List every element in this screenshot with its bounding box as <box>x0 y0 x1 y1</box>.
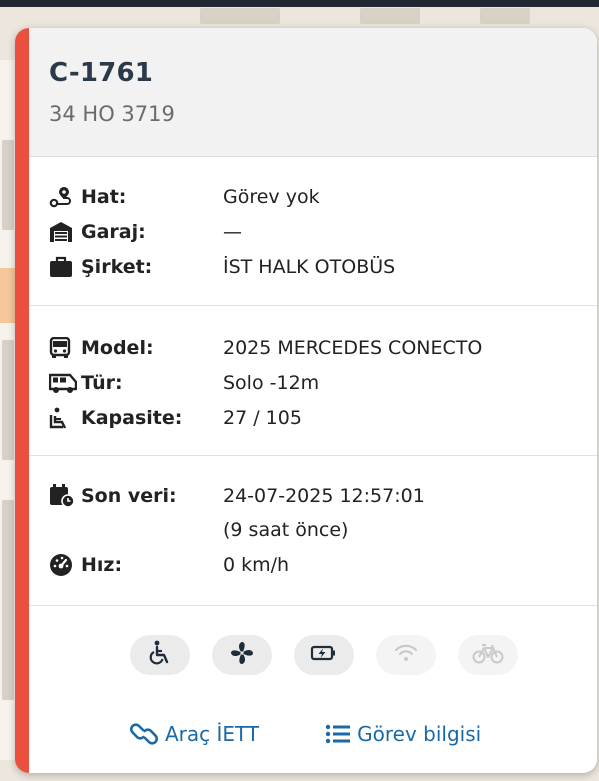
feature-air-conditioning[interactable] <box>212 635 272 675</box>
speedometer-icon <box>49 553 77 577</box>
feature-wheelchair[interactable] <box>130 635 190 675</box>
garage-value: — <box>223 220 242 243</box>
speed-value: 0 km/h <box>223 553 290 576</box>
model-value: 2025 MERCEDES CONECTO <box>223 336 483 359</box>
vehicle-details-section: Model: 2025 MERCEDES CONECTO Tür: Solo -… <box>29 306 597 456</box>
route-icon <box>49 185 77 209</box>
calendar-clock-icon <box>49 483 77 508</box>
route-label: Hat: <box>81 185 127 208</box>
info-row-garage: Garaj: — <box>49 214 597 249</box>
van-icon <box>49 371 77 395</box>
vehicle-plate: 34 HO 3719 <box>49 102 175 126</box>
garage-label: Garaj: <box>81 220 146 243</box>
briefcase-icon <box>49 255 77 279</box>
company-value: İST HALK OTOBÜS <box>223 255 396 278</box>
card-header: C-1761 34 HO 3719 <box>29 28 597 157</box>
wheelchair-icon <box>147 640 173 670</box>
speed-label: Hız: <box>81 553 123 576</box>
garage-icon <box>49 220 77 244</box>
info-row-model: Model: 2025 MERCEDES CONECTO <box>49 330 597 365</box>
last-data-label: Son veri: <box>81 484 177 507</box>
status-accent-bar <box>15 28 29 773</box>
usb-charging-icon <box>310 643 338 667</box>
info-row-route: Hat: Görev yok <box>49 179 597 214</box>
type-value: Solo -12m <box>223 371 320 394</box>
task-info-label: Görev bilgisi <box>357 722 482 746</box>
features-row <box>29 606 597 704</box>
info-row-company: Şirket: İST HALK OTOBÜS <box>49 249 597 284</box>
model-label: Model: <box>81 336 154 359</box>
capacity-label: Kapasite: <box>81 406 183 429</box>
bus-icon <box>49 336 77 360</box>
task-info-link[interactable]: Görev bilgisi <box>325 722 481 746</box>
info-row-capacity: Kapasite: 27 / 105 <box>49 400 597 435</box>
top-bar <box>0 0 599 7</box>
vehicle-iett-link[interactable]: Araç İETT <box>129 722 259 746</box>
feature-bicycle[interactable] <box>458 635 518 675</box>
card-links: Araç İETT Görev bilgisi <box>29 704 597 764</box>
route-value: Görev yok <box>223 185 320 208</box>
vehicle-popup-card: C-1761 34 HO 3719 Hat: Görev yok Garaj: … <box>15 28 597 773</box>
capacity-value: 27 / 105 <box>223 406 302 429</box>
last-data-relative: (9 saat önce) <box>223 519 349 541</box>
status-section: Son veri: 24-07-2025 12:57:01 (9 saat ön… <box>29 456 597 606</box>
info-row-type: Tür: Solo -12m <box>49 365 597 400</box>
company-label: Şirket: <box>81 255 153 278</box>
info-row-speed: Hız: 0 km/h <box>49 547 597 582</box>
seat-icon <box>49 406 77 430</box>
feature-usb-charging[interactable] <box>294 635 354 675</box>
feature-wifi[interactable] <box>376 635 436 675</box>
fan-icon <box>229 640 255 670</box>
assignment-section: Hat: Görev yok Garaj: — Şirket: İST HALK… <box>29 157 597 306</box>
type-label: Tür: <box>81 371 123 394</box>
bicycle-icon <box>472 642 504 668</box>
link-icon <box>129 723 159 745</box>
last-data-value: 24-07-2025 12:57:01 <box>223 484 425 507</box>
list-icon <box>325 723 351 745</box>
vehicle-iett-label: Araç İETT <box>165 722 260 746</box>
info-row-last-data: Son veri: 24-07-2025 12:57:01 <box>49 478 597 513</box>
vehicle-code: C-1761 <box>49 58 154 88</box>
wifi-icon <box>394 643 418 667</box>
